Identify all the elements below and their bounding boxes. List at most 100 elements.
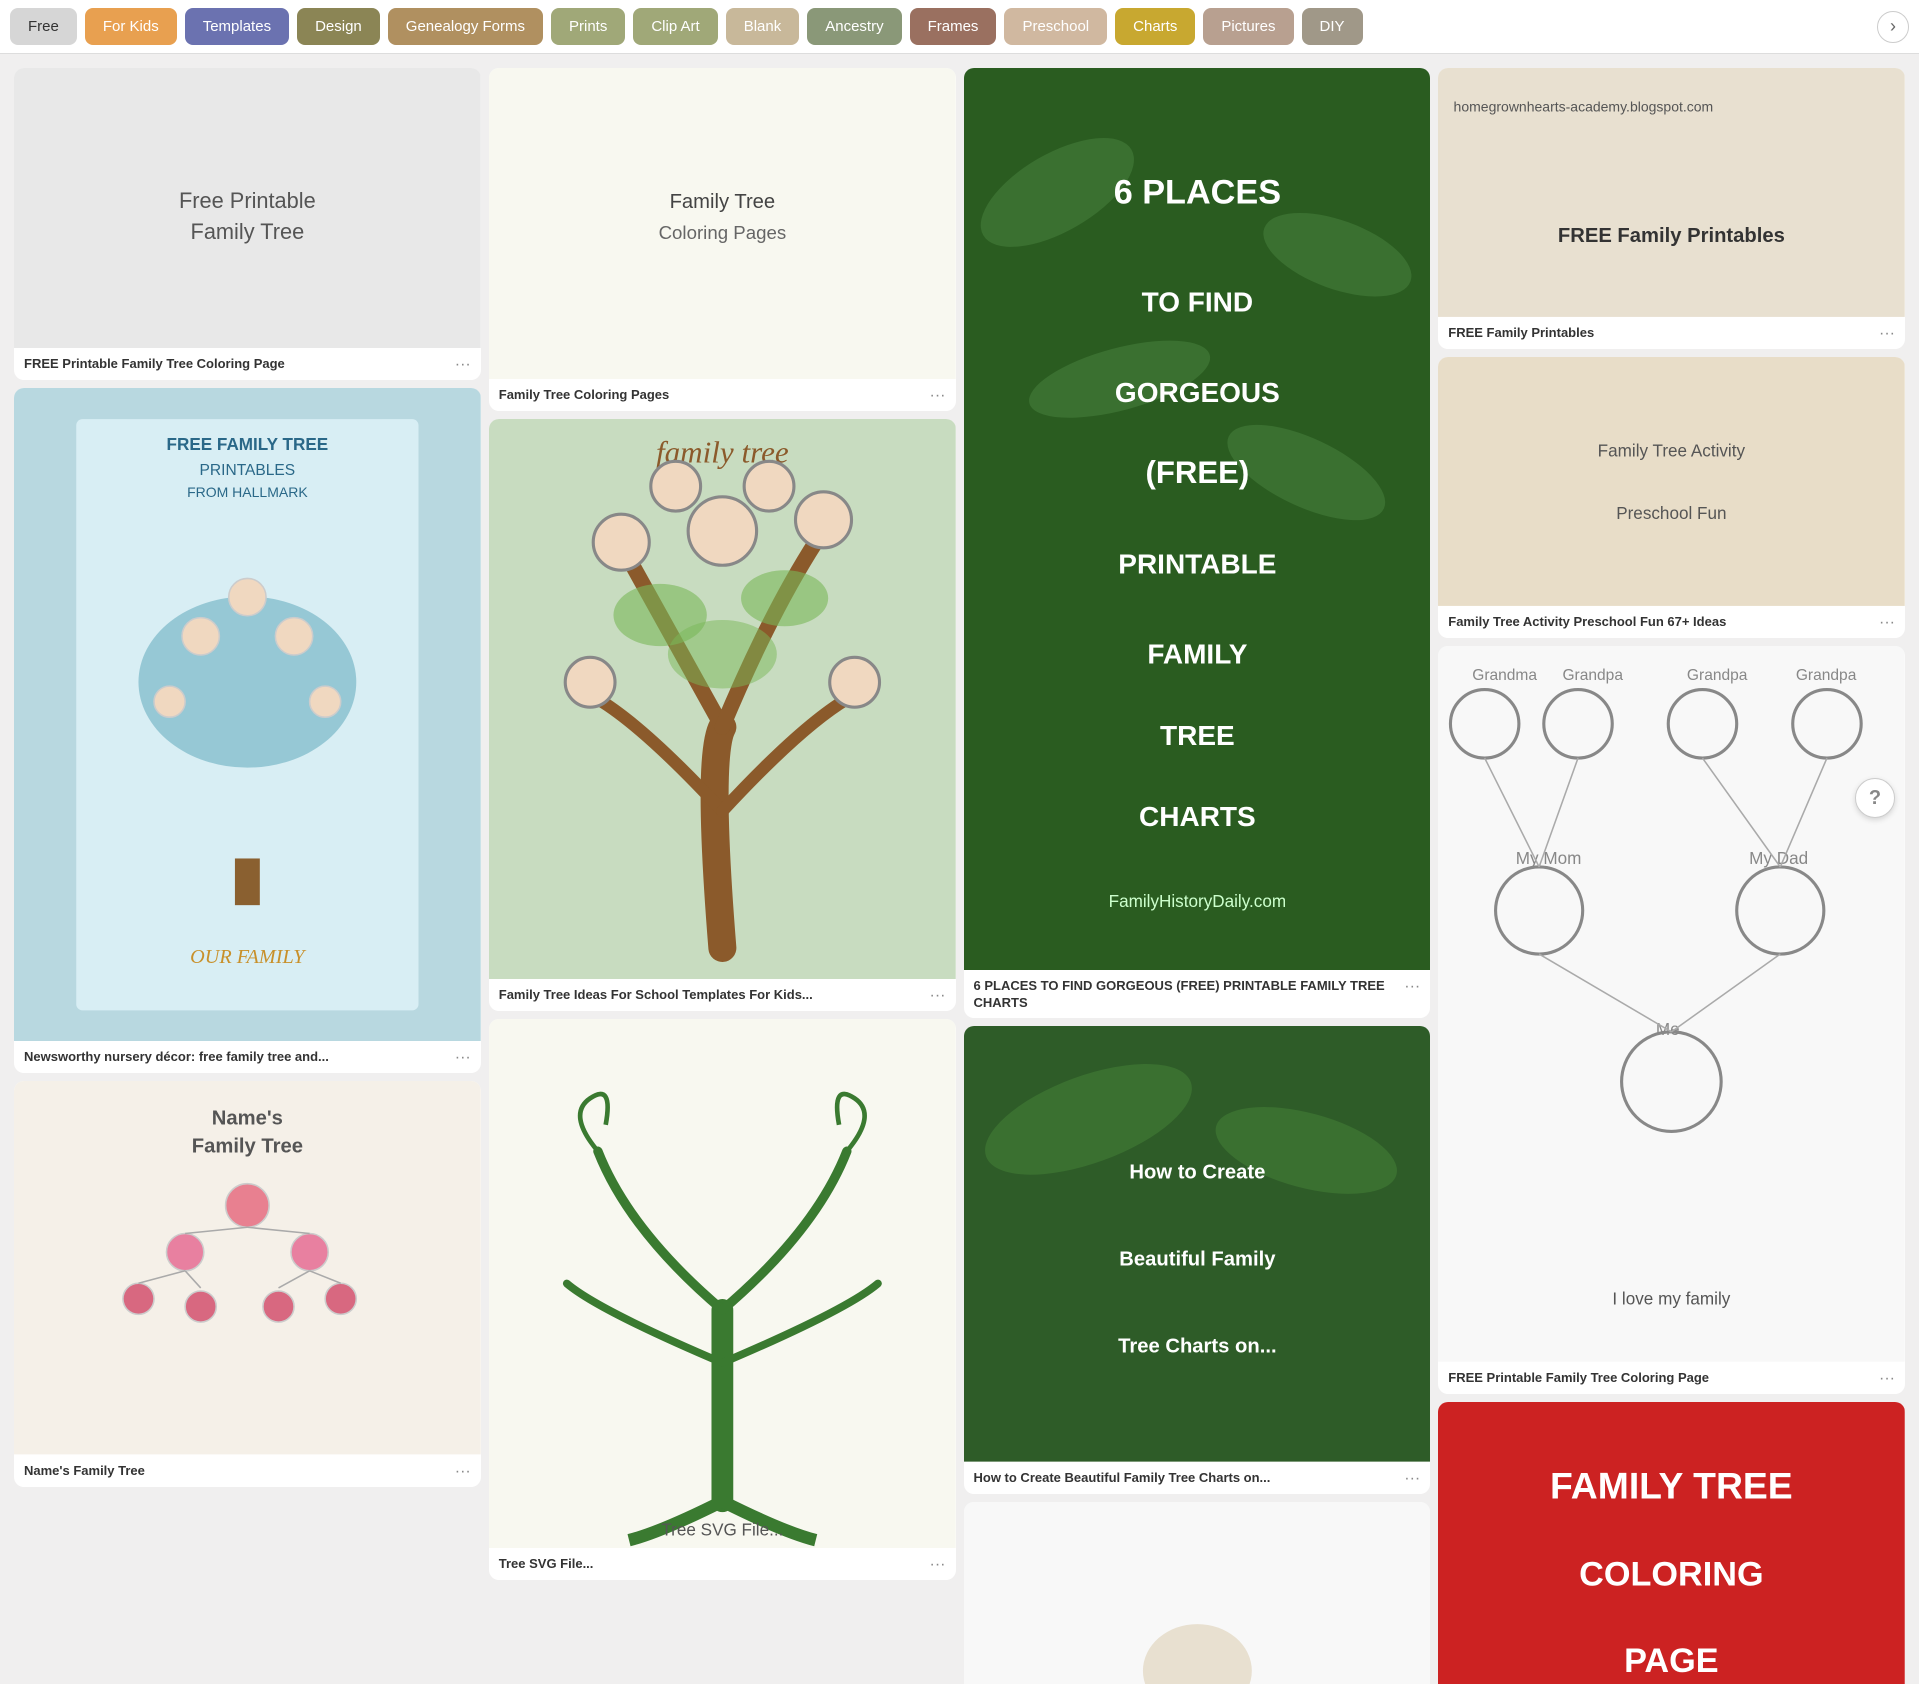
card-menu-c6[interactable]: ··· — [924, 1556, 946, 1574]
nav-btn-free[interactable]: Free — [10, 8, 77, 45]
card-menu-c3[interactable]: ··· — [449, 1463, 471, 1481]
card-image-c9: FAMILY TREE — [964, 1502, 1431, 1684]
svg-text:CHARTS: CHARTS — [1139, 801, 1256, 832]
nav-btn-preschool[interactable]: Preschool — [1004, 8, 1107, 45]
svg-text:Free Printable: Free Printable — [179, 188, 316, 213]
card-image-c2: FREE FAMILY TREE PRINTABLES FROM HALLMAR… — [14, 388, 481, 1041]
card-image-c11: Family Tree Activity Preschool Fun — [1438, 357, 1905, 606]
svg-text:homegrownhearts-academy.blogsp: homegrownhearts-academy.blogspot.com — [1454, 99, 1714, 115]
svg-text:COLORING: COLORING — [1579, 1555, 1763, 1593]
card-c13[interactable]: FAMILY TREE COLORING PAGE FAMILY TREE CO… — [1438, 1402, 1905, 1684]
svg-text:TREE: TREE — [1160, 720, 1235, 751]
card-title-c3: Name's Family Tree — [24, 1463, 449, 1480]
svg-text:FREE FAMILY TREE: FREE FAMILY TREE — [167, 435, 329, 454]
card-image-c10: homegrownhearts-academy.blogspot.com FRE… — [1438, 68, 1905, 317]
nav-btn-design[interactable]: Design — [297, 8, 380, 45]
nav-btn-diy[interactable]: DIY — [1302, 8, 1363, 45]
svg-text:FAMILY: FAMILY — [1147, 639, 1247, 670]
nav-btn-clip-art[interactable]: Clip Art — [633, 8, 717, 45]
card-title-c5: Family Tree Ideas For School Templates F… — [499, 987, 924, 1004]
column-col2: Family Tree Coloring Pages Family Tree C… — [485, 64, 960, 1684]
svg-text:GORGEOUS: GORGEOUS — [1114, 377, 1279, 408]
nav-btn-for-kids[interactable]: For Kids — [85, 8, 177, 45]
card-menu-c1[interactable]: ··· — [449, 356, 471, 374]
nav-bar: FreeFor KidsTemplatesDesignGenealogy For… — [0, 0, 1919, 54]
nav-next-arrow[interactable]: › — [1877, 11, 1909, 43]
nav-btn-ancestry[interactable]: Ancestry — [807, 8, 901, 45]
card-menu-c8[interactable]: ··· — [1398, 1470, 1420, 1488]
card-c8[interactable]: How to Create Beautiful Family Tree Char… — [964, 1026, 1431, 1494]
nav-btn-genealogy-forms[interactable]: Genealogy Forms — [388, 8, 543, 45]
card-image-c6: Tree SVG File... — [489, 1019, 956, 1548]
nav-btn-prints[interactable]: Prints — [551, 8, 625, 45]
svg-text:Grandpa: Grandpa — [1796, 667, 1857, 684]
svg-text:PRINTABLE: PRINTABLE — [1118, 548, 1276, 579]
card-title-c10: FREE Family Printables — [1448, 325, 1873, 342]
card-c7[interactable]: 6 PLACES TO FIND GORGEOUS (FREE) PRINTAB… — [964, 68, 1431, 1018]
card-title-c11: Family Tree Activity Preschool Fun 67+ I… — [1448, 614, 1873, 631]
svg-text:(FREE): (FREE) — [1145, 455, 1249, 490]
card-c12[interactable]: Grandma Grandpa Grandpa Grandpa My Mom M… — [1438, 646, 1905, 1394]
svg-text:Tree SVG File...: Tree SVG File... — [661, 1521, 783, 1540]
svg-text:Family Tree: Family Tree — [191, 219, 305, 244]
card-c1[interactable]: Free Printable Family Tree FREE Printabl… — [14, 68, 481, 380]
svg-text:Tree Charts on...: Tree Charts on... — [1118, 1336, 1276, 1358]
svg-text:Grandpa: Grandpa — [1687, 667, 1748, 684]
card-image-c12: Grandma Grandpa Grandpa Grandpa My Mom M… — [1438, 646, 1905, 1362]
card-title-c6: Tree SVG File... — [499, 1556, 924, 1573]
nav-btn-charts[interactable]: Charts — [1115, 8, 1195, 45]
svg-text:Beautiful Family: Beautiful Family — [1119, 1249, 1276, 1271]
svg-text:My Mom: My Mom — [1516, 849, 1582, 868]
svg-text:How to Create: How to Create — [1129, 1162, 1265, 1184]
svg-text:FROM HALLMARK: FROM HALLMARK — [187, 484, 308, 500]
card-title-c12: FREE Printable Family Tree Coloring Page — [1448, 1370, 1873, 1387]
card-title-c4: Family Tree Coloring Pages — [499, 387, 924, 404]
card-image-c3: Name's Family Tree — [14, 1081, 481, 1454]
card-title-c7: 6 PLACES TO FIND GORGEOUS (FREE) PRINTAB… — [974, 978, 1399, 1012]
card-menu-c11[interactable]: ··· — [1873, 614, 1895, 632]
nav-btn-templates[interactable]: Templates — [185, 8, 289, 45]
card-menu-c12[interactable]: ··· — [1873, 1370, 1895, 1388]
svg-text:OUR FAMILY: OUR FAMILY — [190, 946, 307, 968]
svg-text:TO FIND: TO FIND — [1141, 287, 1252, 318]
help-button[interactable]: ? — [1855, 778, 1895, 818]
card-title-c8: How to Create Beautiful Family Tree Char… — [974, 1470, 1399, 1487]
svg-text:Family Tree: Family Tree — [192, 1136, 303, 1158]
nav-btn-frames[interactable]: Frames — [910, 8, 997, 45]
card-c10[interactable]: homegrownhearts-academy.blogspot.com FRE… — [1438, 68, 1905, 349]
svg-text:Grandpa: Grandpa — [1563, 667, 1624, 684]
card-image-c7: 6 PLACES TO FIND GORGEOUS (FREE) PRINTAB… — [964, 68, 1431, 970]
card-image-c13: FAMILY TREE COLORING PAGE — [1438, 1402, 1905, 1684]
card-c9[interactable]: FAMILY TREE FAMILY TREE··· — [964, 1502, 1431, 1684]
card-image-c8: How to Create Beautiful Family Tree Char… — [964, 1026, 1431, 1462]
svg-text:Name's: Name's — [212, 1108, 283, 1130]
card-image-c1: Free Printable Family Tree — [14, 68, 481, 348]
nav-btn-blank[interactable]: Blank — [726, 8, 800, 45]
card-menu-c7[interactable]: ··· — [1398, 978, 1420, 996]
card-c2[interactable]: FREE FAMILY TREE PRINTABLES FROM HALLMAR… — [14, 388, 481, 1073]
svg-text:FREE Family Printables: FREE Family Printables — [1558, 225, 1785, 247]
card-menu-c10[interactable]: ··· — [1873, 325, 1895, 343]
svg-text:Grandma: Grandma — [1472, 667, 1537, 684]
svg-text:FamilyHistoryDaily.com: FamilyHistoryDaily.com — [1108, 892, 1285, 911]
card-c4[interactable]: Family Tree Coloring Pages Family Tree C… — [489, 68, 956, 411]
card-menu-c2[interactable]: ··· — [449, 1049, 471, 1067]
column-col4: homegrownhearts-academy.blogspot.com FRE… — [1434, 64, 1909, 1684]
card-menu-c4[interactable]: ··· — [924, 387, 946, 405]
card-title-c1: FREE Printable Family Tree Coloring Page — [24, 356, 449, 373]
nav-btn-pictures[interactable]: Pictures — [1203, 8, 1293, 45]
card-c6[interactable]: Tree SVG File... Tree SVG File...··· — [489, 1019, 956, 1580]
svg-text:PRINTABLES: PRINTABLES — [200, 462, 296, 479]
svg-text:Coloring Pages: Coloring Pages — [658, 222, 786, 243]
image-grid: Free Printable Family Tree FREE Printabl… — [0, 54, 1919, 1684]
card-c11[interactable]: Family Tree Activity Preschool Fun Famil… — [1438, 357, 1905, 638]
column-col1: Free Printable Family Tree FREE Printabl… — [10, 64, 485, 1684]
card-c3[interactable]: Name's Family Tree Name's Family Tree··· — [14, 1081, 481, 1486]
svg-text:Preschool Fun: Preschool Fun — [1616, 504, 1726, 523]
card-image-c5: family tree — [489, 419, 956, 979]
card-c5[interactable]: family tree Family Tree Ideas For School… — [489, 419, 956, 1011]
svg-text:PAGE: PAGE — [1624, 1642, 1718, 1680]
column-col3: 6 PLACES TO FIND GORGEOUS (FREE) PRINTAB… — [960, 64, 1435, 1684]
card-menu-c5[interactable]: ··· — [924, 987, 946, 1005]
card-image-c4: Family Tree Coloring Pages — [489, 68, 956, 379]
